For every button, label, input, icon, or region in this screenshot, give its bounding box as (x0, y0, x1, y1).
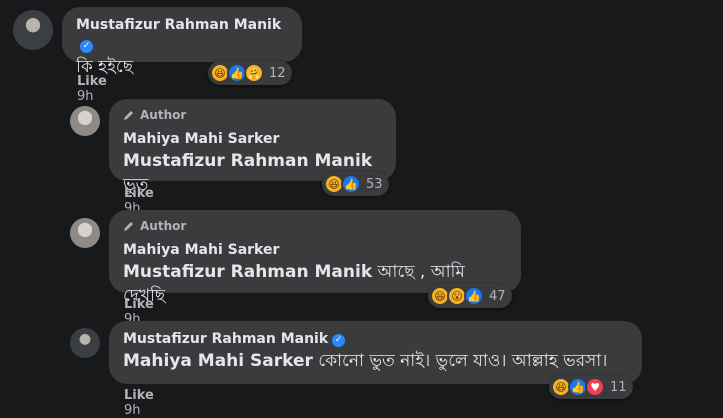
like-icon: 👍 (341, 174, 361, 194)
avatar[interactable] (70, 106, 100, 136)
comment-text: কোনো ভুত নাই। ভুলে যাও। আল্লাহ ভরসা। (318, 351, 608, 371)
reaction-count: 12 (269, 65, 286, 81)
comment-bubble: Author Mahiya Mahi Sarker Mustafizur Rah… (109, 210, 521, 306)
pencil-icon (124, 111, 133, 120)
author-name[interactable]: Mustafizur Rahman Manik (123, 331, 328, 347)
like-button[interactable]: Like (124, 186, 154, 201)
timestamp[interactable]: 9h (77, 89, 94, 104)
avatar[interactable] (70, 328, 100, 358)
reaction-summary[interactable]: 😆 👍 ♥ 11 (549, 375, 633, 399)
author-badge: Author (123, 218, 507, 234)
reaction-count: 47 (489, 288, 506, 304)
mention-link[interactable]: Mustafizur Rahman Manik (123, 262, 372, 282)
avatar[interactable] (70, 218, 100, 248)
comment-actions: Like 9h (124, 388, 172, 418)
author-name[interactable]: Mustafizur Rahman Manik (76, 17, 281, 33)
author-name[interactable]: Mahiya Mahi Sarker (123, 240, 507, 260)
author-badge: Author (123, 107, 382, 123)
like-button[interactable]: Like (77, 74, 107, 89)
avatar[interactable] (13, 10, 53, 50)
care-icon: 🤗 (244, 63, 264, 83)
author-name[interactable]: Mahiya Mahi Sarker (123, 129, 382, 149)
comment-bubble: Author Mahiya Mahi Sarker Mustafizur Rah… (109, 99, 396, 195)
reaction-summary[interactable]: 😆 👍 53 (322, 172, 389, 196)
love-icon: ♥ (585, 377, 605, 397)
mention-link[interactable]: Mustafizur Rahman Manik (123, 151, 372, 171)
like-button[interactable]: Like (124, 388, 154, 403)
like-button[interactable]: Like (124, 297, 154, 312)
mention-link[interactable]: Mahiya Mahi Sarker (123, 351, 313, 371)
reaction-summary[interactable]: 😆 😮 👍 47 (428, 284, 512, 308)
reaction-count: 11 (610, 379, 627, 395)
like-icon: 👍 (464, 286, 484, 306)
pencil-icon (124, 222, 133, 231)
comment-actions: Like 9h (77, 74, 125, 104)
comment-bubble: Mustafizur Rahman Manik✓ কি হইছে (62, 7, 302, 77)
reaction-count: 53 (366, 176, 383, 192)
verified-badge-icon: ✓ (80, 40, 93, 53)
reaction-summary[interactable]: 😆 👍 🤗 12 (208, 61, 292, 85)
verified-badge-icon: ✓ (332, 334, 346, 347)
timestamp[interactable]: 9h (124, 403, 141, 418)
